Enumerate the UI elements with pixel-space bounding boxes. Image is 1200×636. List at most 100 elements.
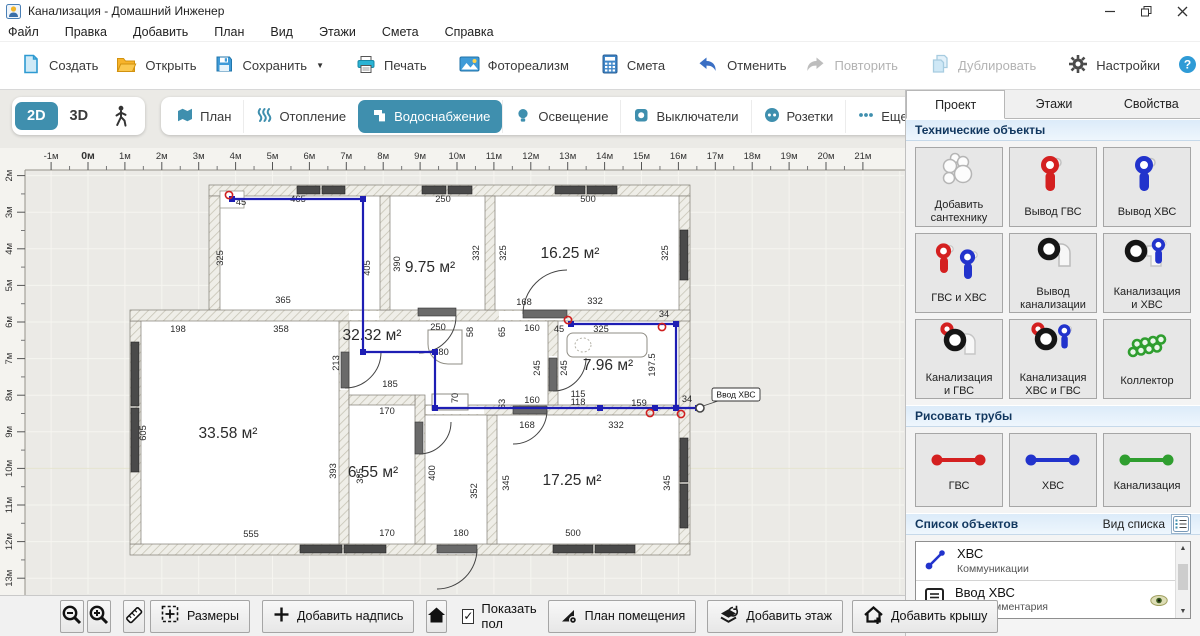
room-area-label: 16.25 м² — [541, 245, 600, 262]
tool-collector[interactable]: Коллектор — [1103, 319, 1191, 399]
tool-gvs-and-hvs[interactable]: ГВС и ХВС — [915, 233, 1003, 313]
undo-button[interactable]: Отменить — [688, 49, 795, 83]
tab-water[interactable]: Водоснабжение — [358, 100, 502, 133]
toolbar-label: Дублировать — [958, 58, 1036, 73]
window-symbol — [680, 484, 688, 528]
section-header-pipes: Рисовать трубы — [906, 405, 1200, 427]
svg-text:500: 500 — [565, 528, 581, 538]
walk-mode-button[interactable] — [100, 99, 142, 133]
open-button[interactable]: Открыть — [107, 49, 205, 83]
button-label: Размеры — [187, 609, 239, 623]
create-button[interactable]: Создать — [12, 48, 107, 83]
window-title: Канализация - Домашний Инженер — [28, 4, 224, 18]
right-panel: ПроектЭтажиСвойства Технические объекты … — [905, 90, 1200, 636]
add-floor-button[interactable]: Добавить этаж — [707, 600, 843, 633]
window-symbol — [680, 438, 688, 482]
tool-label: ХВС — [1042, 480, 1064, 493]
duplicate-button[interactable]: Дублировать — [921, 48, 1045, 83]
redo-button[interactable]: Повторить — [795, 49, 906, 83]
print-button[interactable]: Печать — [347, 49, 436, 83]
svg-text:8м: 8м — [377, 151, 389, 162]
svg-text:18м: 18м — [744, 151, 761, 162]
zoom-out-button[interactable] — [60, 600, 84, 633]
window-symbol — [553, 545, 593, 553]
menu-4[interactable]: Вид — [270, 25, 293, 39]
svg-text:6м: 6м — [303, 151, 315, 162]
restore-button[interactable] — [1128, 0, 1164, 22]
pipe-blue-icon — [1020, 447, 1086, 478]
svg-text:12м: 12м — [522, 151, 539, 162]
zoom-in-button[interactable] — [87, 600, 111, 633]
floor-plan-canvas[interactable]: 4652505003254053903323253253651683321983… — [0, 90, 905, 595]
switch-icon — [633, 107, 649, 126]
tool-label: ГВС — [949, 480, 970, 493]
tab-heating[interactable]: Отопление — [243, 100, 358, 133]
show-floor-checkbox[interactable]: ✓Показать пол — [462, 601, 539, 631]
settings-button[interactable]: Настройки — [1059, 48, 1169, 83]
menu-6[interactable]: Смета — [382, 25, 419, 39]
panel-tab-floors[interactable]: Этажи — [1005, 90, 1102, 118]
view-list-button[interactable] — [1171, 514, 1191, 534]
svg-text:605: 605 — [138, 425, 148, 441]
draw-pipes-grid: ГВС ХВС Канализация — [906, 427, 1200, 513]
plan-tab-label: Розетки — [787, 109, 834, 124]
tool-sewer-and-gvs[interactable]: Канализация и ГВС — [915, 319, 1003, 399]
tool-outlet-gvs[interactable]: Вывод ГВС — [1009, 147, 1097, 227]
measure-button[interactable] — [123, 600, 145, 633]
save-dropdown-caret[interactable]: ▼ — [316, 61, 324, 70]
menu-0[interactable]: Файл — [8, 25, 39, 39]
tutorial-button[interactable]: ?Учебник — [1169, 49, 1200, 83]
tool-label: Канализация — [1114, 480, 1181, 493]
tab-plan[interactable]: План — [164, 100, 243, 133]
home-button[interactable] — [426, 600, 447, 633]
visibility-eye-icon[interactable] — [1150, 594, 1168, 607]
object-item-hvs[interactable]: ХВСКоммуникации — [916, 542, 1190, 580]
tab-switches[interactable]: Выключатели — [620, 100, 750, 133]
tab-lighting[interactable]: Освещение — [502, 100, 620, 133]
panel-tab-project[interactable]: Проект — [906, 90, 1005, 119]
save-button[interactable]: Сохранить▼ — [205, 48, 333, 83]
svg-text:358: 358 — [273, 324, 289, 334]
svg-text:-1м: -1м — [44, 151, 59, 162]
add-roof-button[interactable]: Добавить крышу — [852, 600, 998, 633]
checkbox-icon[interactable]: ✓ — [462, 609, 474, 624]
menu-2[interactable]: Добавить — [133, 25, 188, 39]
tool-pipe-sewer[interactable]: Канализация — [1103, 433, 1191, 507]
room-plan-button[interactable]: План помещения — [548, 600, 697, 633]
close-button[interactable] — [1164, 0, 1200, 22]
estimate-button[interactable]: Смета — [592, 48, 674, 83]
window-symbol — [344, 545, 386, 553]
minimize-button[interactable] — [1092, 0, 1128, 22]
svg-text:332: 332 — [587, 296, 603, 306]
mode-2d-button[interactable]: 2D — [15, 102, 58, 130]
mode-3d-button[interactable]: 3D — [58, 102, 101, 130]
tool-sewer-hvs-gvs[interactable]: Канализация ХВС и ГВС — [1009, 319, 1097, 399]
tab-sockets[interactable]: Розетки — [751, 100, 846, 133]
room-area-label: 32.32 м² — [343, 327, 402, 344]
svg-text:?: ? — [1184, 57, 1191, 71]
tool-sewer-and-hvs[interactable]: Канализация и ХВС — [1103, 233, 1191, 313]
svg-text:250: 250 — [430, 322, 446, 332]
svg-text:500: 500 — [580, 194, 596, 204]
menu-7[interactable]: Справка — [445, 25, 494, 39]
tool-outlet-sewer[interactable]: Вывод канализации — [1009, 233, 1097, 313]
add-label-button[interactable]: Добавить надпись — [262, 600, 414, 633]
scrollbar-thumb[interactable] — [1178, 564, 1188, 590]
tool-add-sanitary[interactable]: Добавить сантехнику — [915, 147, 1003, 227]
tool-pipe-gvs[interactable]: ГВС — [915, 433, 1003, 507]
dimensions-button[interactable]: Размеры — [150, 600, 250, 633]
tab-more[interactable]: Еще — [845, 100, 905, 133]
svg-text:332: 332 — [471, 245, 481, 261]
menu-5[interactable]: Этажи — [319, 25, 356, 39]
menu-1[interactable]: Правка — [65, 25, 107, 39]
photorealism-button[interactable]: Фотореализм — [450, 49, 578, 82]
bottom-toolbar: Размеры Добавить надпись ✓Показать пол План… — [0, 595, 905, 636]
tool-outlet-hvs[interactable]: Вывод ХВС — [1103, 147, 1191, 227]
menu-3[interactable]: План — [214, 25, 244, 39]
section-title-pipes: Рисовать трубы — [915, 409, 1012, 423]
water-icon — [371, 107, 387, 126]
tool-label: Канализация ХВС и ГВС — [1020, 372, 1087, 398]
panel-tab-properties[interactable]: Свойства — [1103, 90, 1200, 118]
new-icon — [21, 54, 41, 77]
tool-pipe-hvs[interactable]: ХВС — [1009, 433, 1097, 507]
